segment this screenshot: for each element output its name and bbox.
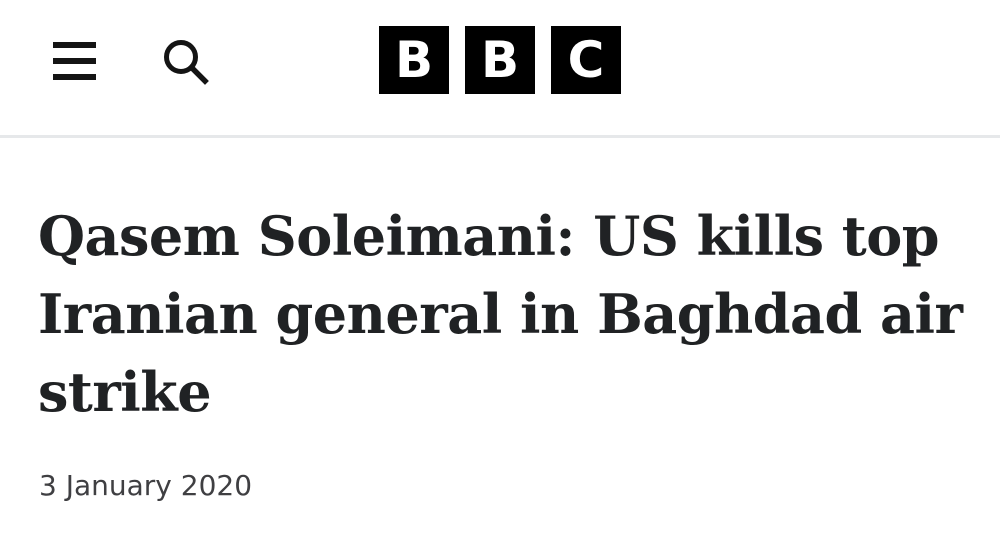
header-divider bbox=[0, 135, 1000, 138]
search-button[interactable] bbox=[160, 36, 212, 86]
bbc-logo[interactable]: B B C bbox=[379, 26, 624, 94]
article-headline: Qasem Soleimani: US kills top Iranian ge… bbox=[38, 204, 963, 424]
article-date: 3 January 2020 bbox=[39, 469, 253, 502]
logo-letter-b-second: B bbox=[465, 26, 535, 94]
logo-letter-b-first: B bbox=[379, 26, 449, 94]
site-header: B B C bbox=[0, 0, 1000, 138]
logo-letter-c: C bbox=[551, 26, 621, 94]
menu-button[interactable] bbox=[50, 38, 100, 84]
search-icon bbox=[164, 40, 209, 85]
